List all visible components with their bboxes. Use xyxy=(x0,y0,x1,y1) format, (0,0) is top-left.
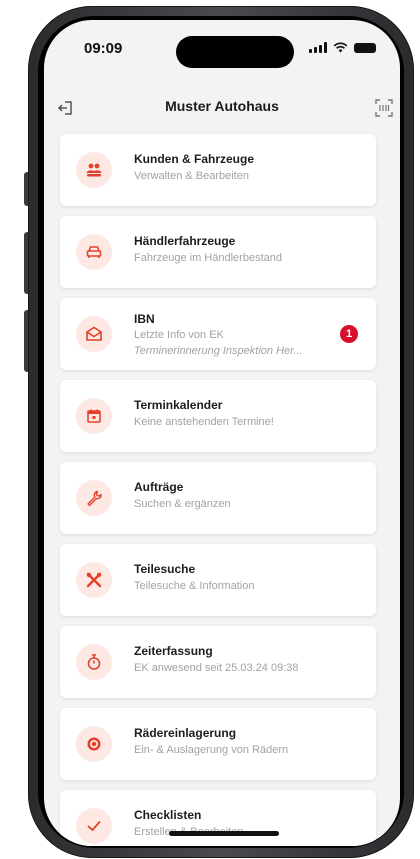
calendar-icon xyxy=(76,398,112,434)
status-bar: 09:09 xyxy=(44,20,400,72)
page-title: Muster Autohaus xyxy=(165,98,279,114)
menu-item-title: Teilesuche xyxy=(134,562,196,576)
menu-item-title: Händlerfahrzeuge xyxy=(134,234,236,248)
menu-item-subtitle: Keine anstehenden Termine! xyxy=(134,416,274,428)
menu-item-title: Rädereinlagerung xyxy=(134,726,237,740)
menu-item-raedereinlagerung[interactable]: Rädereinlagerung Ein- & Auslagerung von … xyxy=(60,708,376,780)
menu-item-title: Zeiterfassung xyxy=(134,644,213,658)
tire-icon xyxy=(76,726,112,762)
menu-item-subtitle: Fahrzeuge im Händlerbestand xyxy=(134,252,282,264)
scan-icon[interactable] xyxy=(374,98,394,118)
menu-item-ibn[interactable]: IBN Letzte Info von EK Terminerinnerung … xyxy=(60,298,376,370)
menu-item-zeiterfassung[interactable]: Zeiterfassung EK anwesend seit 25.03.24 … xyxy=(60,626,376,698)
menu-item-auftraege[interactable]: Aufträge Suchen & ergänzen xyxy=(60,462,376,534)
wifi-icon xyxy=(333,42,348,53)
car-icon xyxy=(76,234,112,270)
menu-item-title: Terminkalender xyxy=(134,398,223,412)
signal-icon xyxy=(309,42,327,53)
tools-icon xyxy=(76,562,112,598)
menu-item-subtitle: Letzte Info von EK xyxy=(134,329,224,341)
menu-item-teilesuche[interactable]: Teilesuche Teilesuche & Information xyxy=(60,544,376,616)
stopwatch-icon xyxy=(76,644,112,680)
mail-open-icon xyxy=(76,316,112,352)
menu-item-subtitle: Ein- & Auslagerung von Rädern xyxy=(134,744,289,756)
menu-item-terminkalender[interactable]: Terminkalender Keine anstehenden Termine… xyxy=(60,380,376,452)
menu-item-message-preview: Terminerinnerung Inspektion Her... xyxy=(134,345,303,357)
menu-item-subtitle: EK anwesend seit 25.03.24 09:38 xyxy=(134,662,299,674)
people-icon xyxy=(76,152,112,188)
home-indicator[interactable] xyxy=(169,831,279,836)
menu-item-subtitle: Teilesuche & Information xyxy=(134,580,255,592)
menu-item-title: Checklisten xyxy=(134,808,202,822)
menu-item-haendlerfahrzeuge[interactable]: Händlerfahrzeuge Fahrzeuge im Händlerbes… xyxy=(60,216,376,288)
app-screenshot: 09:09 Muster Autohaus Kunden & Fahrzeuge… xyxy=(0,0,420,859)
battery-icon xyxy=(354,42,376,53)
menu-item-title: IBN xyxy=(134,312,155,326)
menu-item-kunden-fahrzeuge[interactable]: Kunden & Fahrzeuge Verwalten & Bearbeite… xyxy=(60,134,376,206)
dynamic-island xyxy=(176,36,294,68)
phone-screen: 09:09 Muster Autohaus Kunden & Fahrzeuge… xyxy=(44,20,400,846)
status-icons xyxy=(309,42,376,53)
menu-item-title: Kunden & Fahrzeuge xyxy=(134,152,255,166)
menu-item-subtitle: Suchen & ergänzen xyxy=(134,498,231,510)
menu-item-title: Aufträge xyxy=(134,480,184,494)
nav-bar: Muster Autohaus xyxy=(44,90,400,126)
menu-list: Kunden & Fahrzeuge Verwalten & Bearbeite… xyxy=(60,134,376,846)
checkmark-icon xyxy=(76,808,112,844)
menu-item-subtitle: Verwalten & Bearbeiten xyxy=(134,170,249,182)
status-time: 09:09 xyxy=(84,40,123,57)
menu-item-checklisten[interactable]: Checklisten Erstellen & Bearbeiten xyxy=(60,790,376,846)
notification-badge: 1 xyxy=(340,325,358,343)
wrench-icon xyxy=(76,480,112,516)
